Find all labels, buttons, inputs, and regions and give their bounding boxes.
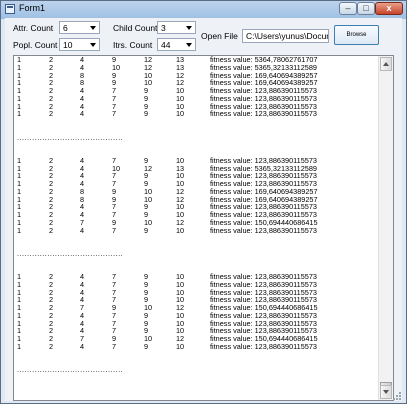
iters-count-select[interactable]: 44	[157, 38, 196, 51]
result-line: 1 2 4 7 9 10 fitness value: 123,886390115573	[14, 341, 378, 351]
result-line: 1 2 4 7 9 10 fitness value: 123,886390115573	[14, 211, 378, 219]
attr-count-value: 6	[63, 23, 68, 33]
result-line	[14, 234, 378, 242]
result-line: 1 2 4 7 9 10 fitness value: 123,886390115573	[14, 280, 378, 289]
result-cell: 2	[49, 109, 54, 119]
result-line: 1 2 8 9 10 12 fitness value: 169,640694389257	[14, 79, 378, 87]
result-line: 1 2 4 7 9 10 fitness value: 123,886390115573	[14, 94, 378, 103]
result-line: 1 2 4 7 9 10 fitness value: 123,886390115573	[14, 296, 378, 304]
form-client-area: Attr. Count 6 Popl. Count 10 Child Count…	[5, 18, 402, 401]
results-lines: 1 2 4 9 12 13 fitness value: 5364,78062761707 1…	[14, 56, 378, 374]
fitness-value-text: fitness value: 123,886390115573	[210, 341, 317, 351]
result-cell: 1	[17, 225, 22, 235]
result-line	[14, 351, 378, 359]
result-cell: 1	[17, 341, 22, 351]
popl-count-value: 10	[63, 40, 73, 50]
result-cell: 7	[112, 225, 117, 235]
separator-line: ........................................…	[17, 365, 124, 374]
result-line	[14, 149, 378, 157]
result-line	[14, 141, 378, 149]
result-line: 1 2 7 9 10 12 fitness value: 150,694440686415	[14, 335, 378, 343]
title-bar[interactable]: Form1 – □ x	[1, 1, 406, 18]
result-cell: 2	[49, 225, 54, 235]
result-line: 1 2 4 7 9 10 fitness value: 123,886390115573	[14, 273, 378, 281]
result-line: 1 2 4 7 9 10 fitness value: 123,886390115573	[14, 87, 378, 95]
vertical-scrollbar[interactable]	[378, 56, 393, 400]
result-line	[14, 265, 378, 273]
result-line: 1 2 8 9 10 12 fitness value: 169,640694389257	[14, 187, 378, 196]
close-button[interactable]: x	[375, 2, 403, 15]
file-path-field[interactable]: C:\Users\yunus\Docum	[242, 29, 329, 43]
open-file-label: Open File	[201, 31, 238, 41]
result-line: ........................................…	[14, 132, 378, 142]
result-line: 1 2 4 10 12 13 fitness value: 5365,32133112589	[14, 63, 378, 72]
result-cell: 10	[176, 341, 185, 351]
browse-button[interactable]: Browse	[334, 25, 379, 45]
child-count-label: Child Count	[113, 23, 158, 33]
result-line: 1 2 8 9 10 12 fitness value: 169,640694389257	[14, 195, 378, 204]
result-cell: 4	[80, 341, 85, 351]
result-line: ........................................…	[14, 366, 378, 374]
result-cell: 9	[144, 341, 149, 351]
form-app-icon	[5, 4, 15, 14]
result-cell: 7	[112, 341, 117, 351]
result-line: 1 2 4 7 9 10 fitness value: 123,886390115573	[14, 102, 378, 111]
separator-line: ........................................…	[17, 248, 124, 258]
fitness-value-text: fitness value: 123,886390115573	[210, 225, 317, 235]
result-cell: 4	[80, 109, 85, 119]
popl-count-select[interactable]: 10	[59, 38, 100, 51]
result-line: 1 2 4 7 9 10 fitness value: 123,886390115573	[14, 203, 378, 211]
result-cell: 9	[144, 109, 149, 119]
result-line: 1 2 4 10 12 13 fitness value: 5365,32133112589	[14, 164, 378, 173]
arrow-up-icon[interactable]	[380, 57, 392, 71]
result-line: 1 2 4 7 9 10 fitness value: 123,886390115573	[14, 327, 378, 335]
arrow-down-icon[interactable]	[380, 385, 392, 399]
result-line: 1 2 4 7 9 10 fitness value: 123,886390115573	[14, 225, 378, 235]
child-count-value: 3	[161, 23, 166, 33]
result-cell: 10	[176, 109, 185, 119]
result-line: 1 2 4 7 9 10 fitness value: 123,886390115573	[14, 180, 378, 188]
maximize-button[interactable]: □	[357, 2, 375, 15]
iters-count-label: Itrs. Count	[113, 40, 153, 50]
result-line: 1 2 4 7 9 10 fitness value: 123,886390115573	[14, 110, 378, 118]
result-line: 1 2 4 7 9 10 fitness value: 123,886390115573	[14, 156, 378, 165]
result-cell: 7	[112, 109, 117, 119]
chevron-down-icon[interactable]	[87, 40, 98, 49]
result-line: 1 2 7 9 10 12 fitness value: 150,694440686415	[14, 304, 378, 312]
result-line: 1 2 4 7 9 10 fitness value: 123,886390115573	[14, 311, 378, 320]
result-line	[14, 118, 378, 126]
resize-grip-icon[interactable]	[392, 391, 402, 401]
result-line: 1 2 4 7 9 10 fitness value: 123,886390115573	[14, 172, 378, 180]
result-cell: 2	[49, 341, 54, 351]
result-cell: 9	[144, 225, 149, 235]
results-textarea[interactable]: 1 2 4 9 12 13 fitness value: 5364,78062761707 1…	[13, 55, 394, 401]
result-cell: 10	[176, 225, 185, 235]
result-line: 1 2 8 9 10 12 fitness value: 169,640694389257	[14, 71, 378, 80]
minimize-button[interactable]: –	[339, 2, 357, 15]
window-title: Form1	[19, 3, 46, 13]
iters-count-value: 44	[161, 40, 171, 50]
separator-line: ........................................…	[17, 132, 124, 142]
result-cell: 1	[17, 109, 22, 119]
chevron-down-icon[interactable]	[183, 40, 194, 49]
child-count-select[interactable]: 3	[157, 21, 196, 34]
result-line: ........................................…	[14, 248, 378, 258]
result-line: 1 2 4 9 12 13 fitness value: 5364,78062761707	[14, 56, 378, 64]
form-window: Form1 – □ x Attr. Count 6 Popl. Count 10…	[0, 0, 407, 404]
result-line: 1 2 4 7 9 10 fitness value: 123,886390115573	[14, 288, 378, 297]
attr-count-label: Attr. Count	[13, 23, 54, 33]
result-line	[14, 258, 378, 266]
chevron-down-icon[interactable]	[87, 23, 98, 32]
file-path-value: C:\Users\yunus\Docum	[246, 31, 329, 41]
result-line: 1 2 4 7 9 10 fitness value: 123,886390115573	[14, 319, 378, 328]
popl-count-label: Popl. Count	[13, 40, 58, 50]
fitness-value-text: fitness value: 123,886390115573	[210, 109, 317, 119]
chevron-down-icon[interactable]	[183, 23, 194, 32]
attr-count-select[interactable]: 6	[59, 21, 100, 34]
result-line: 1 2 7 9 10 12 fitness value: 150,694440686415	[14, 218, 378, 227]
result-cell: 4	[80, 225, 85, 235]
